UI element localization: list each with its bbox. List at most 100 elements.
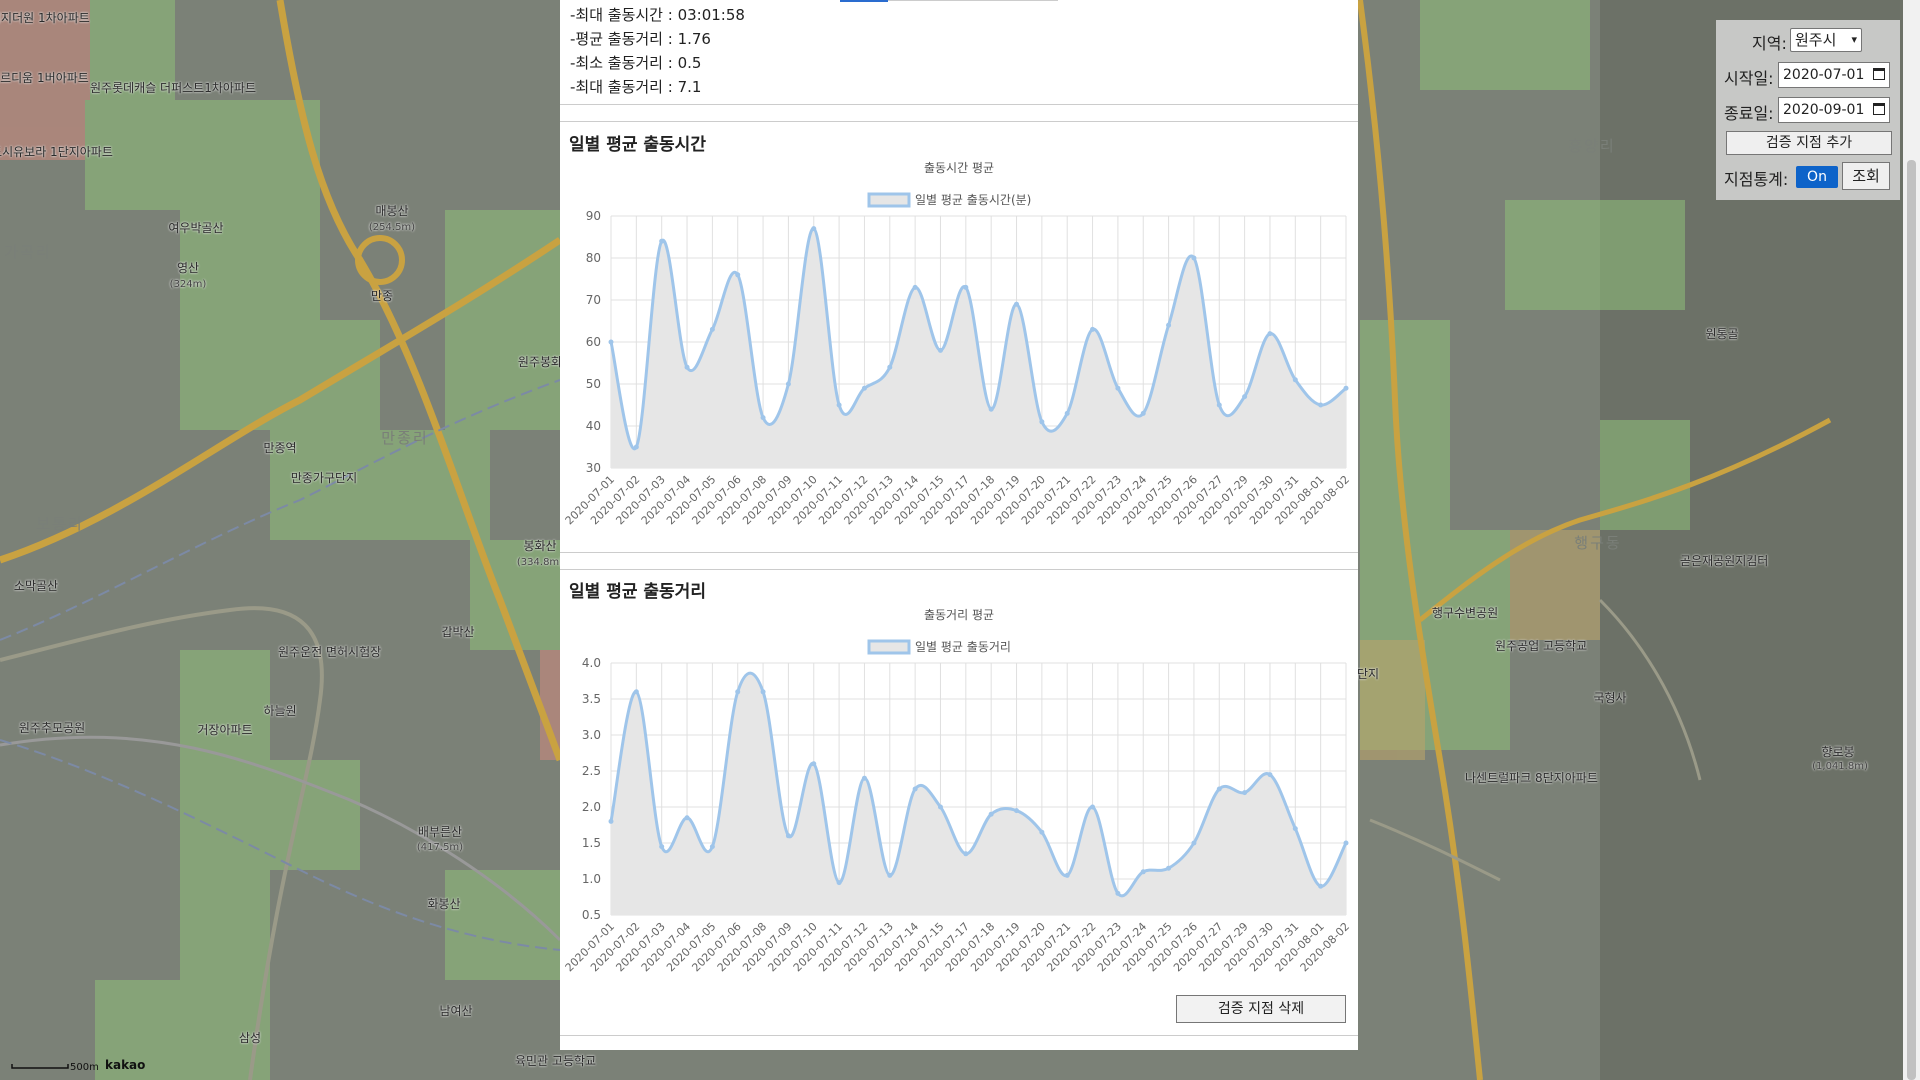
data-point xyxy=(1014,808,1020,814)
data-point xyxy=(1166,322,1172,328)
map-place-label: 곧은재공원지킴터 xyxy=(1680,554,1769,568)
data-point xyxy=(912,786,918,792)
divider xyxy=(560,552,1358,553)
delete-checkpoint-button[interactable]: 검증 지점 삭제 xyxy=(1176,995,1346,1023)
y-tick-label: 30 xyxy=(586,461,601,475)
stats-panel: -최대 출동시간 : 03:01:58 -평균 출동거리 : 1.76 -최소 … xyxy=(560,0,1358,1050)
y-tick-label: 2.0 xyxy=(582,800,601,814)
data-point xyxy=(659,238,665,244)
map-place-label: 만종 xyxy=(370,289,394,303)
region-label: 지역: xyxy=(1752,34,1787,53)
data-point xyxy=(1318,402,1324,408)
tab-divider xyxy=(888,0,1058,1)
data-point xyxy=(1166,865,1172,871)
start-date-value: 2020-07-01 xyxy=(1783,67,1865,83)
map-place-label: 매봉산 xyxy=(375,204,409,218)
map-place-label: (1,041.8m) xyxy=(1812,761,1868,772)
calendar-icon[interactable] xyxy=(1873,103,1885,115)
map-place-label: 원주운전 면허시험장 xyxy=(278,645,382,659)
chart-title: 출동시간 평균 xyxy=(924,161,994,175)
y-tick-label: 90 xyxy=(586,209,601,223)
chart-title: 출동거리 평균 xyxy=(924,608,994,622)
start-date-input[interactable]: 2020-07-01 xyxy=(1778,62,1890,88)
scrollbar-thumb[interactable] xyxy=(1907,160,1916,1080)
map-place-label: 보통리 xyxy=(36,515,84,533)
legend-swatch xyxy=(867,639,911,655)
chart-section-title: 일별 평균 출동시간 xyxy=(569,135,706,155)
map-place-label: 여우박골산 xyxy=(168,221,224,235)
map-place-label: 인도시유보라 1단지아파트 xyxy=(0,145,113,159)
data-point xyxy=(1140,410,1146,416)
data-point xyxy=(608,339,614,345)
y-tick-label: 3.5 xyxy=(582,692,601,706)
region-select[interactable]: 원주시 ▾ xyxy=(1790,28,1862,52)
map-place-label: 남여산 xyxy=(439,1004,473,1018)
data-point xyxy=(937,347,943,353)
data-point xyxy=(709,326,715,332)
y-tick-label: 3.0 xyxy=(582,728,601,742)
map-place-label: 선베르디움 1버아파트 xyxy=(0,71,89,85)
data-point xyxy=(709,844,715,850)
map-place-label: 향로봉 xyxy=(1821,745,1855,759)
y-tick-label: 50 xyxy=(586,377,601,391)
end-date-value: 2020-09-01 xyxy=(1783,102,1865,118)
stats-toggle[interactable]: On xyxy=(1796,166,1838,188)
data-point xyxy=(1242,394,1248,400)
end-date-input[interactable]: 2020-09-01 xyxy=(1778,97,1890,123)
map-place-label: 행구수변공원 xyxy=(1431,606,1499,620)
data-point xyxy=(1039,419,1045,425)
map-place-label: 만종가구단지 xyxy=(290,471,358,485)
map-place-label: 거장아파트 xyxy=(197,723,253,737)
scrollbar[interactable] xyxy=(1903,0,1920,1080)
add-checkpoint-button[interactable]: 검증 지점 추가 xyxy=(1726,131,1892,155)
divider xyxy=(560,121,1358,122)
data-point xyxy=(785,381,791,387)
y-tick-label: 40 xyxy=(586,419,601,433)
map-place-label: (324m) xyxy=(169,279,207,290)
data-point xyxy=(811,761,817,767)
data-point xyxy=(684,815,690,821)
map-place-label: 육민관 고등학교 xyxy=(515,1054,597,1068)
map-place-label: 화봉산 xyxy=(427,897,461,911)
data-point xyxy=(1216,786,1222,792)
map-place-label: 만종역 xyxy=(263,441,297,455)
y-tick-label: 70 xyxy=(586,293,601,307)
stat-max-time: -최대 출동시간 : 03:01:58 xyxy=(570,6,745,24)
search-button[interactable]: 조회 xyxy=(1842,162,1890,190)
data-point xyxy=(735,272,741,278)
map-place-label: 삼성 xyxy=(238,1031,262,1045)
end-date-label: 종료일: xyxy=(1724,104,1774,123)
data-point xyxy=(1014,301,1020,307)
data-point xyxy=(1064,872,1070,878)
map-place-label: 행구동 xyxy=(1574,534,1622,552)
stat-avg-distance: -평균 출동거리 : 1.76 xyxy=(570,30,711,48)
data-point xyxy=(760,415,766,421)
chart-section-title: 일별 평균 출동거리 xyxy=(569,582,706,602)
data-point xyxy=(735,689,741,695)
stat-max-distance: -최대 출동거리 : 7.1 xyxy=(570,78,702,96)
y-tick-label: 1.0 xyxy=(582,872,601,886)
chart-response-distance: 출동거리 평균일별 평균 출동거리 0.5 1.0 1.5 2.0 2.5 3.0 3.5 4.… xyxy=(563,608,1352,974)
legend-label: 일별 평균 출동거리 xyxy=(915,640,1011,654)
data-point xyxy=(887,364,893,370)
calendar-icon[interactable] xyxy=(1873,68,1885,80)
map-place-label: 이지더원 1차아파트 xyxy=(0,11,90,25)
control-panel: 지역: 원주시 ▾ 시작일: 2020-07-01 종료일: 2020-09-0… xyxy=(1716,20,1900,200)
y-tick-label: 0.5 xyxy=(582,908,601,922)
y-tick-label: 80 xyxy=(586,251,601,265)
data-point xyxy=(1090,326,1096,332)
region-value: 원주시 xyxy=(1795,31,1837,49)
data-point xyxy=(760,689,766,695)
data-point xyxy=(937,804,943,810)
scale-text: 500m xyxy=(70,1062,99,1073)
data-point xyxy=(1039,829,1045,835)
legend-swatch xyxy=(867,192,911,208)
map-place-label: (254.5m) xyxy=(368,222,416,233)
y-tick-label: 2.5 xyxy=(582,764,601,778)
divider xyxy=(560,104,1358,105)
map-place-label: 원주추모공원 xyxy=(18,721,86,735)
data-point xyxy=(988,811,994,817)
map-place-label: 만종리 xyxy=(381,429,429,447)
data-point xyxy=(1115,385,1121,391)
map-place-label: 흥양리 xyxy=(1568,137,1616,155)
